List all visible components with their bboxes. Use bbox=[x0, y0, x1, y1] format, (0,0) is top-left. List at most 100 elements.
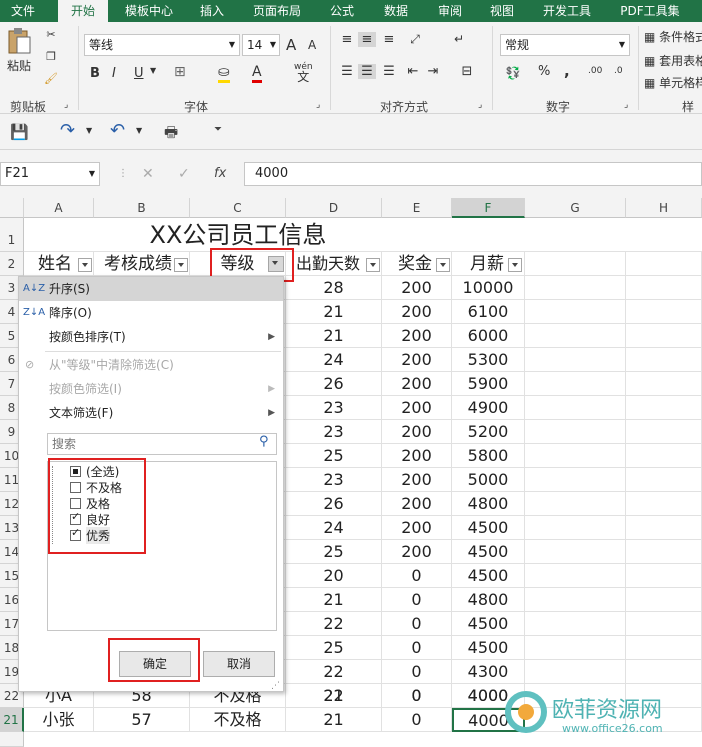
tab-developer[interactable]: 开发工具 bbox=[534, 0, 600, 22]
comma-button[interactable]: , bbox=[564, 62, 570, 80]
cell[interactable] bbox=[525, 252, 626, 276]
tab-formulas[interactable]: 公式 bbox=[320, 0, 364, 22]
increase-decimal-button[interactable]: .00 bbox=[588, 66, 602, 76]
fill-color-icon[interactable]: ⛀ bbox=[218, 64, 230, 83]
decrease-decimal-button[interactable]: .0 bbox=[614, 66, 623, 76]
align-middle-icon[interactable]: ≡ bbox=[358, 32, 376, 47]
cell-attendance[interactable]: 22 bbox=[286, 612, 382, 636]
undo-icon[interactable]: ↶ bbox=[110, 120, 125, 141]
cell-salary[interactable]: 4500 bbox=[452, 612, 525, 636]
column-header-f[interactable]: F bbox=[452, 198, 525, 218]
cell-salary[interactable]: 4500 bbox=[452, 540, 525, 564]
indent-increase-icon[interactable]: ⇥ bbox=[424, 64, 442, 79]
resize-grip-icon[interactable]: ⋰ bbox=[271, 681, 280, 691]
column-header-g[interactable]: G bbox=[525, 198, 626, 218]
italic-button[interactable]: I bbox=[112, 66, 116, 81]
menu-item-text-filter[interactable]: 文本筛选(F) ▶ bbox=[19, 401, 283, 425]
cell-salary[interactable]: 4500 bbox=[452, 516, 525, 540]
cell-salary[interactable]: 4800 bbox=[452, 492, 525, 516]
cell-bonus[interactable]: 0 bbox=[382, 636, 452, 660]
underline-button[interactable]: U bbox=[134, 66, 144, 81]
cell-bonus[interactable]: 200 bbox=[382, 372, 452, 396]
cell-bonus[interactable]: 0 bbox=[382, 684, 452, 708]
cell[interactable] bbox=[626, 588, 702, 612]
column-header-h[interactable]: H bbox=[626, 198, 702, 218]
cell[interactable] bbox=[525, 300, 626, 324]
column-header-d[interactable]: D bbox=[286, 198, 382, 218]
cell-bonus[interactable]: 200 bbox=[382, 348, 452, 372]
cell[interactable] bbox=[525, 276, 626, 300]
tab-insert[interactable]: 插入 bbox=[190, 0, 234, 22]
row-header-active[interactable]: 21 bbox=[0, 708, 24, 732]
cell-attendance[interactable]: 24 bbox=[286, 516, 382, 540]
cell-salary[interactable]: 5800 bbox=[452, 444, 525, 468]
cell-salary[interactable]: 5000 bbox=[452, 468, 525, 492]
column-header-c[interactable]: C bbox=[190, 198, 286, 218]
filter-button[interactable] bbox=[78, 258, 92, 272]
cell-attendance[interactable]: 21 bbox=[286, 708, 382, 732]
align-bottom-icon[interactable]: ≡ bbox=[380, 32, 398, 47]
cell[interactable] bbox=[525, 492, 626, 516]
menu-item-filter-by-color[interactable]: 按颜色筛选(I) ▶ bbox=[19, 377, 283, 401]
conditional-format-button[interactable]: ▦ 条件格式 bbox=[644, 28, 702, 45]
cell-salary[interactable]: 10000 bbox=[452, 276, 525, 300]
cell-attendance[interactable]: 23 bbox=[286, 396, 382, 420]
column-header-a[interactable]: A bbox=[24, 198, 94, 218]
tab-page-layout[interactable]: 页面布局 bbox=[244, 0, 310, 22]
cell-bonus[interactable]: 200 bbox=[382, 516, 452, 540]
cell[interactable] bbox=[525, 588, 626, 612]
cell-styles-button[interactable]: ▦ 单元格样 bbox=[644, 74, 702, 91]
tab-view[interactable]: 视图 bbox=[480, 0, 524, 22]
cell-salary[interactable]: 4800 bbox=[452, 588, 525, 612]
cell-attendance[interactable]: 26 bbox=[286, 372, 382, 396]
align-center-icon[interactable]: ☰ bbox=[358, 64, 376, 79]
cell[interactable] bbox=[626, 276, 702, 300]
cell-bonus[interactable]: 200 bbox=[382, 300, 452, 324]
percent-button[interactable]: % bbox=[538, 64, 550, 79]
cancel-button[interactable]: 取消 bbox=[203, 651, 275, 677]
chevron-down-icon[interactable]: ▼ bbox=[86, 126, 92, 135]
cell-bonus[interactable]: 0 bbox=[382, 660, 452, 684]
cell-bonus[interactable]: 200 bbox=[382, 444, 452, 468]
font-grow-button[interactable]: A bbox=[286, 36, 296, 54]
cell[interactable] bbox=[626, 468, 702, 492]
cell-bonus[interactable]: 0 bbox=[382, 612, 452, 636]
chevron-down-icon[interactable]: ▼ bbox=[150, 66, 156, 75]
cell-bonus[interactable]: 200 bbox=[382, 492, 452, 516]
cell-salary[interactable]: 5300 bbox=[452, 348, 525, 372]
dialog-launcher-icon[interactable]: ⌟ bbox=[478, 100, 482, 110]
phonetic-button[interactable]: wén 文 bbox=[294, 62, 313, 83]
cell[interactable] bbox=[626, 300, 702, 324]
cell-level[interactable]: 不及格 bbox=[190, 708, 286, 732]
cell[interactable] bbox=[525, 444, 626, 468]
cell[interactable] bbox=[525, 324, 626, 348]
cell[interactable] bbox=[525, 636, 626, 660]
cell-salary[interactable]: 4500 bbox=[452, 636, 525, 660]
format-painter-icon[interactable]: 🖌 bbox=[42, 72, 60, 88]
confirm-icon[interactable]: ✓ bbox=[178, 166, 190, 182]
font-size-combo[interactable]: 14 ▼ bbox=[242, 34, 280, 56]
menu-item-sort-descending[interactable]: Z↓A 降序(O) bbox=[19, 301, 283, 325]
border-icon[interactable]: ⊞ bbox=[174, 64, 186, 80]
cell-salary[interactable]: 4900 bbox=[452, 396, 525, 420]
cell[interactable] bbox=[626, 252, 702, 276]
dialog-launcher-icon[interactable]: ⌟ bbox=[64, 100, 68, 110]
cell-salary[interactable]: 5900 bbox=[452, 372, 525, 396]
menu-item-sort-by-color[interactable]: 按颜色排序(T) ▶ bbox=[19, 325, 283, 349]
cell-attendance[interactable]: 25 bbox=[286, 540, 382, 564]
cell[interactable] bbox=[525, 468, 626, 492]
name-box[interactable]: F21 ▼ bbox=[0, 162, 100, 186]
row-header[interactable]: 1 bbox=[0, 218, 24, 252]
cell-bonus[interactable]: 200 bbox=[382, 540, 452, 564]
cell[interactable] bbox=[626, 420, 702, 444]
cell-bonus[interactable]: 0 bbox=[382, 564, 452, 588]
cell-attendance[interactable]: 23 bbox=[286, 420, 382, 444]
menu-item-clear-filter[interactable]: ⊘ 从"等级"中清除筛选(C) bbox=[19, 353, 283, 377]
select-all-corner[interactable] bbox=[0, 198, 24, 218]
cell-name[interactable]: 小张 bbox=[24, 708, 94, 732]
formula-input[interactable]: 4000 bbox=[244, 162, 702, 186]
sheet-title[interactable]: XX公司员工信息 bbox=[94, 218, 382, 252]
cell-salary[interactable]: 4300 bbox=[452, 660, 525, 684]
search-input[interactable] bbox=[47, 433, 277, 455]
cell[interactable] bbox=[626, 324, 702, 348]
